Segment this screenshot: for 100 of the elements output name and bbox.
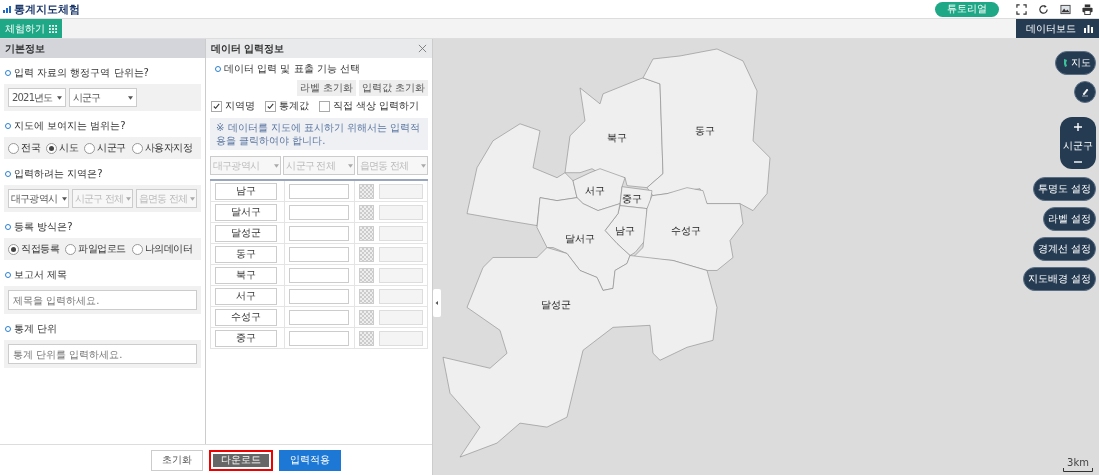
caret-icon (190, 196, 195, 201)
grid-icon (49, 24, 57, 33)
section-heading: 데이터 입력 및 표출 기능 선택 (224, 62, 360, 76)
panel-title: 기본정보 (0, 39, 205, 58)
text-field[interactable]: 제목을 입력하세요. (8, 290, 197, 310)
dropdown[interactable]: 시군구 (69, 88, 137, 107)
map-setting-button[interactable]: 투명도 설정 (1032, 177, 1096, 201)
region-name-field: 중구 (215, 329, 277, 347)
value-input[interactable] (289, 183, 350, 199)
scale-bar (1063, 468, 1093, 472)
fullscreen-icon[interactable] (1016, 3, 1027, 15)
radio-button[interactable] (65, 243, 76, 255)
caret-icon (57, 95, 62, 100)
scale-label: 3km (1067, 457, 1089, 468)
bar-chart-icon (3, 5, 11, 13)
color-input (379, 183, 423, 199)
print-icon[interactable] (1082, 3, 1093, 15)
apply-button[interactable]: 입력적용 (279, 449, 341, 471)
color-swatch[interactable] (359, 225, 374, 241)
collapse-handle[interactable] (433, 289, 441, 317)
radio-label: 전국 (21, 141, 40, 155)
color-swatch[interactable] (359, 204, 374, 220)
checkbox[interactable] (319, 100, 330, 112)
dashboard-button[interactable]: 데이터보드 (1016, 19, 1099, 38)
radio-label: 파일업로드 (78, 242, 126, 256)
question-label: 입력 자료의 행정구역 단위는? (14, 66, 149, 80)
draw-button[interactable] (1074, 81, 1096, 103)
reset-button[interactable]: 초기화 (151, 449, 203, 471)
map-button[interactable]: 지도 (1055, 51, 1096, 75)
region-name-field: 수성구 (215, 308, 277, 326)
value-input[interactable] (289, 246, 350, 262)
color-swatch[interactable] (359, 183, 374, 199)
caret-icon (421, 163, 426, 168)
color-swatch[interactable] (359, 246, 374, 262)
district-label: 달성군 (541, 299, 571, 311)
radio-label: 시도 (59, 141, 78, 155)
checkbox[interactable] (211, 100, 222, 112)
question-label: 입력하려는 지역은? (14, 167, 103, 181)
value-input[interactable] (289, 204, 350, 220)
refresh-icon[interactable] (1038, 3, 1049, 15)
map-setting-button[interactable]: 경계선 설정 (1032, 237, 1096, 261)
image-icon[interactable] (1060, 3, 1071, 15)
download-button[interactable]: 다운로드 (209, 449, 273, 471)
value-input[interactable] (289, 267, 350, 283)
caret-icon (126, 196, 131, 201)
color-swatch[interactable] (359, 309, 374, 325)
zoom-level-label: 시군구 (1063, 139, 1093, 153)
district-label: 북구 (607, 131, 627, 143)
bar-chart-icon (1084, 24, 1093, 33)
value-input[interactable] (289, 225, 350, 241)
question-label: 보고서 제목 (14, 268, 68, 282)
text-field[interactable]: 통계 단위를 입력하세요. (8, 344, 197, 364)
zoom-control[interactable]: 시군구 (1060, 117, 1096, 169)
checkbox[interactable] (265, 100, 276, 112)
map-setting-button[interactable]: 지도배경 설정 (1022, 267, 1096, 291)
reset-button[interactable]: 라벨 초기화 (296, 80, 356, 96)
radio-button[interactable] (46, 142, 57, 154)
color-input (379, 267, 423, 283)
color-swatch[interactable] (359, 267, 374, 283)
radio-button[interactable] (131, 243, 143, 255)
radio-label: 사용자지정 (144, 141, 192, 155)
radio-button[interactable] (8, 243, 19, 255)
question-label: 지도에 보여지는 범위는? (14, 119, 126, 133)
value-input[interactable] (289, 330, 350, 346)
district-label: 달서구 (565, 232, 595, 244)
color-input (379, 330, 423, 346)
district-label: 수성구 (671, 224, 701, 236)
district-label: 동구 (695, 124, 715, 136)
radio-button[interactable] (8, 142, 19, 154)
radio-button[interactable] (84, 142, 95, 154)
district-label: 서구 (585, 184, 605, 196)
map-setting-button[interactable]: 라벨 설정 (1042, 207, 1096, 231)
radio-button[interactable] (131, 142, 143, 154)
value-input[interactable] (289, 288, 350, 304)
reset-button[interactable]: 입력값 초기화 (358, 80, 428, 96)
radio-label: 직접등록 (21, 242, 59, 256)
radio-label: 시군구 (97, 141, 126, 155)
radio-label: 나의데이터 (144, 242, 192, 256)
dropdown[interactable]: 2021년도 (8, 88, 66, 107)
color-input (379, 246, 423, 262)
value-input[interactable] (289, 309, 350, 325)
question-label: 등록 방식은? (14, 220, 73, 234)
close-icon[interactable] (418, 44, 427, 53)
color-input (379, 288, 423, 304)
district-label: 중구 (622, 192, 642, 204)
checkbox-label: 직접 색상 입력하기 (333, 99, 420, 113)
caret-icon (347, 163, 353, 168)
app-title: 통계지도체험 (14, 1, 80, 17)
checkbox-label: 지역명 (225, 99, 255, 113)
region-name-field: 달서구 (215, 203, 277, 221)
dropdown[interactable]: 대구광역시 (8, 189, 69, 208)
region-name-field: 동구 (215, 245, 277, 263)
checkbox-label: 통계값 (279, 99, 309, 113)
region-name-field: 달성군 (215, 224, 277, 242)
zoom-in-icon[interactable] (1074, 123, 1082, 131)
caret-icon (128, 95, 133, 100)
color-swatch[interactable] (359, 330, 374, 346)
color-swatch[interactable] (359, 288, 374, 304)
color-input (379, 204, 423, 220)
notice-text: ※ 데이터를 지도에 표시하기 위해서는 입력적용을 클릭하여야 합니다. (210, 118, 428, 150)
